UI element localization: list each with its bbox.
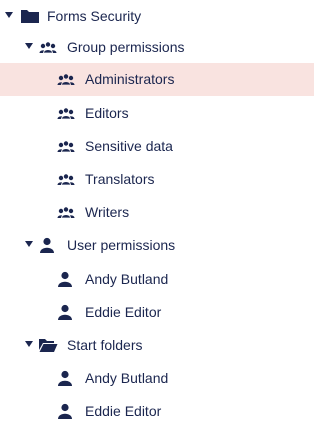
folder-icon [20, 7, 40, 25]
tree-item-translators[interactable]: Translators [0, 163, 314, 196]
tree-item-eddie-editor[interactable]: Eddie Editor [0, 395, 314, 428]
tree-item-sensitive-data[interactable]: Sensitive data [0, 130, 314, 163]
tree-item-label: Translators [85, 171, 155, 187]
users-icon [56, 70, 76, 88]
tree-item-label: Eddie Editor [85, 403, 162, 419]
tree-item-user-permissions[interactable]: User permissions [0, 229, 314, 262]
tree-item-editors[interactable]: Editors [0, 97, 314, 130]
tree-item-label: Eddie Editor [85, 304, 162, 320]
caret-down-icon[interactable] [25, 341, 33, 347]
tree-item-andy-butland[interactable]: Andy Butland [0, 362, 314, 395]
users-icon [56, 170, 76, 188]
user-icon [38, 236, 58, 254]
tree-item-administrators[interactable]: Administrators [0, 63, 314, 96]
tree-item-eddie-editor[interactable]: Eddie Editor [0, 296, 314, 329]
tree-item-label: Andy Butland [85, 370, 169, 386]
user-icon [56, 402, 76, 420]
users-icon [56, 137, 76, 155]
caret-down-icon[interactable] [5, 12, 13, 18]
user-icon [56, 270, 76, 288]
caret-down-icon[interactable] [25, 241, 33, 247]
tree-item-label: Sensitive data [85, 138, 173, 154]
user-icon [56, 303, 76, 321]
tree-item-group-permissions[interactable]: Group permissions [0, 31, 314, 64]
tree-item-label: User permissions [67, 237, 176, 253]
user-icon [56, 369, 76, 387]
tree-item-forms-security[interactable]: Forms Security [0, 0, 314, 33]
tree-item-start-folders[interactable]: Start folders [0, 329, 314, 362]
users-icon [56, 104, 76, 122]
caret-down-icon[interactable] [25, 43, 33, 49]
tree-item-label: Writers [85, 204, 130, 220]
tree-item-andy-butland[interactable]: Andy Butland [0, 263, 314, 296]
tree-item-label: Andy Butland [85, 271, 169, 287]
tree-item-label: Group permissions [67, 39, 185, 55]
tree-item-label: Editors [85, 105, 129, 121]
tree-item-label: Forms Security [47, 8, 142, 24]
tree-item-label: Administrators [85, 71, 175, 87]
tree-item-label: Start folders [67, 337, 143, 353]
folder-open-icon [38, 336, 58, 354]
users-icon [56, 203, 76, 221]
tree-item-writers[interactable]: Writers [0, 196, 314, 229]
forms-security-tree: Forms Security Group permissions Adminis… [0, 0, 314, 432]
users-icon [38, 38, 58, 56]
